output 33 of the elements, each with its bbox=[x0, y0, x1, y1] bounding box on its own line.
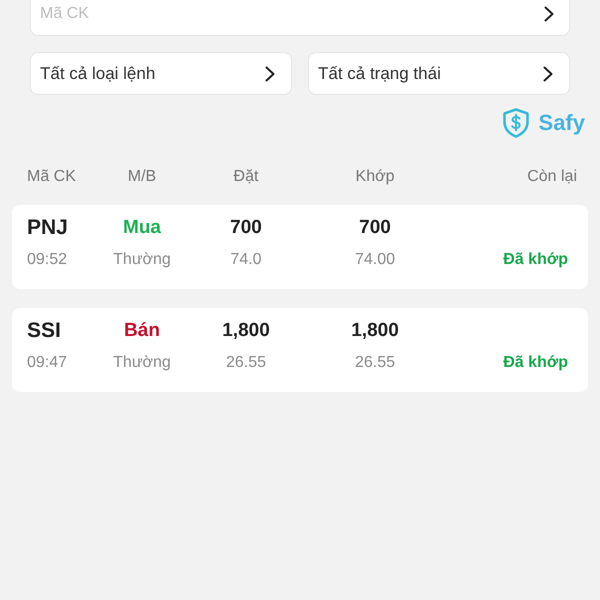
column-header: Khớp bbox=[354, 167, 396, 187]
column-header: Mã CK bbox=[27, 167, 77, 187]
stock-symbol: PNJ bbox=[27, 215, 69, 241]
search-field[interactable]: Mã CK bbox=[30, 0, 570, 36]
column-header: Còn lại bbox=[526, 167, 577, 187]
order-price: 26.55 bbox=[224, 353, 268, 373]
matched-price: 26.55 bbox=[354, 353, 396, 373]
brand-name: Safy bbox=[538, 112, 585, 134]
matched-quantity: 700 bbox=[358, 216, 392, 240]
chevron-right-icon bbox=[265, 66, 275, 82]
matched-price: 74.00 bbox=[354, 250, 396, 270]
order-card[interactable]: PNJ Mua 700 700 09:52 Thường 74.0 74.00 Đã khớp bbox=[12, 205, 588, 289]
order-type: Thường bbox=[112, 250, 172, 270]
order-time: 09:47 bbox=[27, 353, 68, 373]
filter-dropdown[interactable]: Tất cả loại lệnh bbox=[30, 52, 292, 95]
order-status: Đã khớp bbox=[502, 353, 568, 373]
order-price: 74.0 bbox=[229, 250, 263, 270]
order-side: Mua bbox=[122, 216, 162, 240]
chevron-right-icon bbox=[543, 66, 553, 82]
order-quantity: 700 bbox=[229, 216, 263, 240]
column-header: M/B bbox=[126, 167, 158, 187]
order-card[interactable]: SSI Bán 1,800 1,800 09:47 Thường 26.55 26.55 Đã khớp bbox=[12, 308, 588, 392]
chevron-right-icon bbox=[544, 6, 554, 22]
filter-dropdown[interactable]: Tất cả trạng thái bbox=[308, 52, 570, 95]
order-type: Thường bbox=[112, 353, 172, 373]
order-side: Bán bbox=[123, 319, 161, 343]
shield-dollar-icon bbox=[502, 108, 529, 138]
matched-quantity: 1,800 bbox=[350, 319, 400, 343]
order-quantity: 1,800 bbox=[221, 319, 271, 343]
stock-symbol: SSI bbox=[27, 318, 62, 344]
order-status: Đã khớp bbox=[502, 250, 568, 270]
column-header: Đặt bbox=[232, 167, 260, 187]
order-time: 09:52 bbox=[27, 250, 68, 270]
